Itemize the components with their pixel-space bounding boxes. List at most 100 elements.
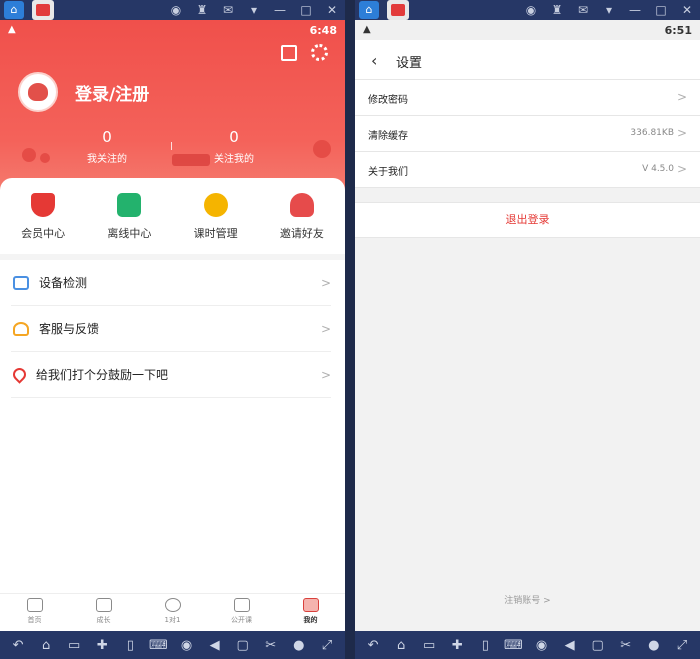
app-tab-icon[interactable] <box>32 0 54 20</box>
volume-icon[interactable]: ◀ <box>204 638 226 653</box>
menu-label: 给我们打个分鼓励一下吧 <box>36 368 169 382</box>
row-label: 关于我们 <box>368 167 408 178</box>
cancel-account-link[interactable]: 注销账号 > <box>355 593 700 606</box>
menu-label: 客服与反馈 <box>39 322 100 336</box>
phone-icon[interactable]: ▯ <box>474 638 496 653</box>
phone-icon[interactable]: ▯ <box>119 638 141 653</box>
close-icon[interactable]: ✕ <box>678 3 696 17</box>
location-icon[interactable]: ● <box>288 638 310 653</box>
home-nav-icon[interactable]: ⌂ <box>390 638 412 653</box>
avatar[interactable] <box>18 72 58 112</box>
fullscreen-icon[interactable]: ⤢ <box>671 638 693 653</box>
tree-decoration-icon <box>22 148 36 162</box>
close-icon[interactable]: ✕ <box>323 3 341 17</box>
dropdown-icon[interactable]: ▾ <box>245 3 263 17</box>
settings-screen: ▲ 6:51 ‹ 设置 修改密码 > 清除缓存 336.81KB > 关于我们 … <box>355 20 700 631</box>
following-stat[interactable]: 0 我关注的 <box>77 128 137 165</box>
menu-rate-app[interactable]: 给我们打个分鼓励一下吧 > <box>10 352 331 398</box>
calendar-icon[interactable] <box>281 45 297 61</box>
profile-screen: ▲ 6:48 登录/注册 0 我关注的 0 关注我的 会员中心 离线中心 课时管… <box>0 20 345 631</box>
quick-offline-center[interactable]: 离线中心 <box>86 178 172 254</box>
menu-device-check[interactable]: 设备检测 > <box>11 260 331 306</box>
chevron-right-icon: > <box>676 90 687 104</box>
vip-badge-icon <box>31 193 56 217</box>
back-arrow-icon[interactable]: ↶ <box>362 638 384 653</box>
eye-icon[interactable]: ◉ <box>531 638 553 653</box>
location-icon[interactable]: ● <box>643 638 665 653</box>
status-bar: ▲ 6:51 <box>355 20 700 40</box>
quick-lesson-management[interactable]: 课时管理 <box>173 178 259 254</box>
emulator-titlebar: ⌂ ◉ ♜ ✉ ▾ — □ ✕ <box>0 0 345 20</box>
menu-support-feedback[interactable]: 客服与反馈 > <box>11 306 331 352</box>
eye-icon[interactable]: ◉ <box>176 638 198 653</box>
tab-label: 1对1 <box>164 616 181 624</box>
quick-label: 课时管理 <box>193 227 238 240</box>
tab-label: 首页 <box>27 616 42 624</box>
login-register-link[interactable]: 登录/注册 <box>75 80 149 105</box>
row-clear-cache[interactable]: 清除缓存 336.81KB > <box>355 116 700 152</box>
gamepad-icon[interactable]: ✚ <box>91 638 113 653</box>
gear-icon[interactable] <box>311 44 328 61</box>
home-nav-icon[interactable]: ⌂ <box>35 638 57 653</box>
settings-header: ‹ 设置 <box>355 40 700 80</box>
minimize-icon[interactable]: — <box>271 3 289 17</box>
keyboard-icon[interactable]: ⌨ <box>147 638 169 653</box>
tab-home[interactable]: 首页 <box>0 594 69 631</box>
gamepad-icon[interactable]: ✚ <box>446 638 468 653</box>
back-arrow-icon[interactable]: ↶ <box>7 638 29 653</box>
row-about-us[interactable]: 关于我们 V 4.5.0 > <box>355 152 700 188</box>
scissors-icon[interactable]: ✂ <box>260 638 282 653</box>
quick-label: 离线中心 <box>107 227 152 240</box>
chat-tab-icon <box>164 598 181 612</box>
home-icon[interactable]: ⌂ <box>359 1 379 19</box>
titlebar-icons: ◉ ♜ ✉ ▾ — □ ✕ <box>167 0 341 20</box>
scissors-icon[interactable]: ✂ <box>615 638 637 653</box>
shirt-icon[interactable]: ♜ <box>193 3 211 17</box>
app-version: V 4.5.0 <box>642 164 674 174</box>
maximize-icon[interactable]: □ <box>297 3 315 17</box>
status-time: 6:48 <box>309 24 337 37</box>
minimize-icon[interactable]: — <box>626 3 644 17</box>
followers-stat[interactable]: 0 关注我的 <box>204 128 264 165</box>
account-icon[interactable]: ◉ <box>522 3 540 17</box>
dropdown-icon[interactable]: ▾ <box>600 3 618 17</box>
tab-growth[interactable]: 成长 <box>69 594 138 631</box>
stat-divider <box>171 142 172 150</box>
tab-mine[interactable]: 我的 <box>276 594 345 631</box>
quick-member-center[interactable]: 会员中心 <box>0 178 86 254</box>
tab-label: 我的 <box>303 616 318 624</box>
titlebar-icons: ◉ ♜ ✉ ▾ — □ ✕ <box>522 0 696 20</box>
followers-label: 关注我的 <box>214 154 254 165</box>
recent-apps-icon[interactable]: ▭ <box>63 638 85 653</box>
menu-label: 设备检测 <box>39 276 88 290</box>
emulator-toolbar: ↶ ⌂ ▭ ✚ ▯ ⌨ ◉ ◀ ▢ ✂ ● ⤢ <box>0 631 345 659</box>
recent-apps-icon[interactable]: ▭ <box>418 638 440 653</box>
mail-icon[interactable]: ✉ <box>574 3 592 17</box>
signal-icon: ▲ <box>363 24 371 35</box>
chevron-right-icon: > <box>320 275 331 290</box>
fullscreen-icon[interactable]: ⤢ <box>316 638 338 653</box>
tab-open-class[interactable]: 公开课 <box>207 594 276 631</box>
shirt-icon[interactable]: ♜ <box>548 3 566 17</box>
offline-box-icon <box>117 193 142 217</box>
quick-invite-friends[interactable]: 邀请好友 <box>259 178 345 254</box>
logout-button[interactable]: 退出登录 <box>355 202 700 238</box>
account-icon[interactable]: ◉ <box>167 3 185 17</box>
maximize-icon[interactable]: □ <box>652 3 670 17</box>
keyboard-icon[interactable]: ⌨ <box>502 638 524 653</box>
tab-one-on-one[interactable]: 1对1 <box>138 594 207 631</box>
invite-user-icon <box>289 193 314 217</box>
emulator-toolbar: ↶ ⌂ ▭ ✚ ▯ ⌨ ◉ ◀ ▢ ✂ ● ⤢ <box>355 631 700 659</box>
volume-icon[interactable]: ◀ <box>559 638 581 653</box>
left-emulator-window: ⌂ ◉ ♜ ✉ ▾ — □ ✕ ▲ 6:48 登录/注册 0 我关注的 0 关注… <box>0 0 345 659</box>
rotate-icon[interactable]: ▢ <box>587 638 609 653</box>
tree-decoration-icon <box>313 140 331 158</box>
quick-actions: 会员中心 离线中心 课时管理 邀请好友 <box>0 178 345 254</box>
row-change-password[interactable]: 修改密码 > <box>355 80 700 116</box>
mail-icon[interactable]: ✉ <box>219 3 237 17</box>
row-label: 修改密码 <box>368 95 408 106</box>
rotate-icon[interactable]: ▢ <box>232 638 254 653</box>
back-icon[interactable]: ‹ <box>371 51 377 70</box>
app-tab-icon[interactable] <box>387 0 409 20</box>
home-icon[interactable]: ⌂ <box>4 1 24 19</box>
